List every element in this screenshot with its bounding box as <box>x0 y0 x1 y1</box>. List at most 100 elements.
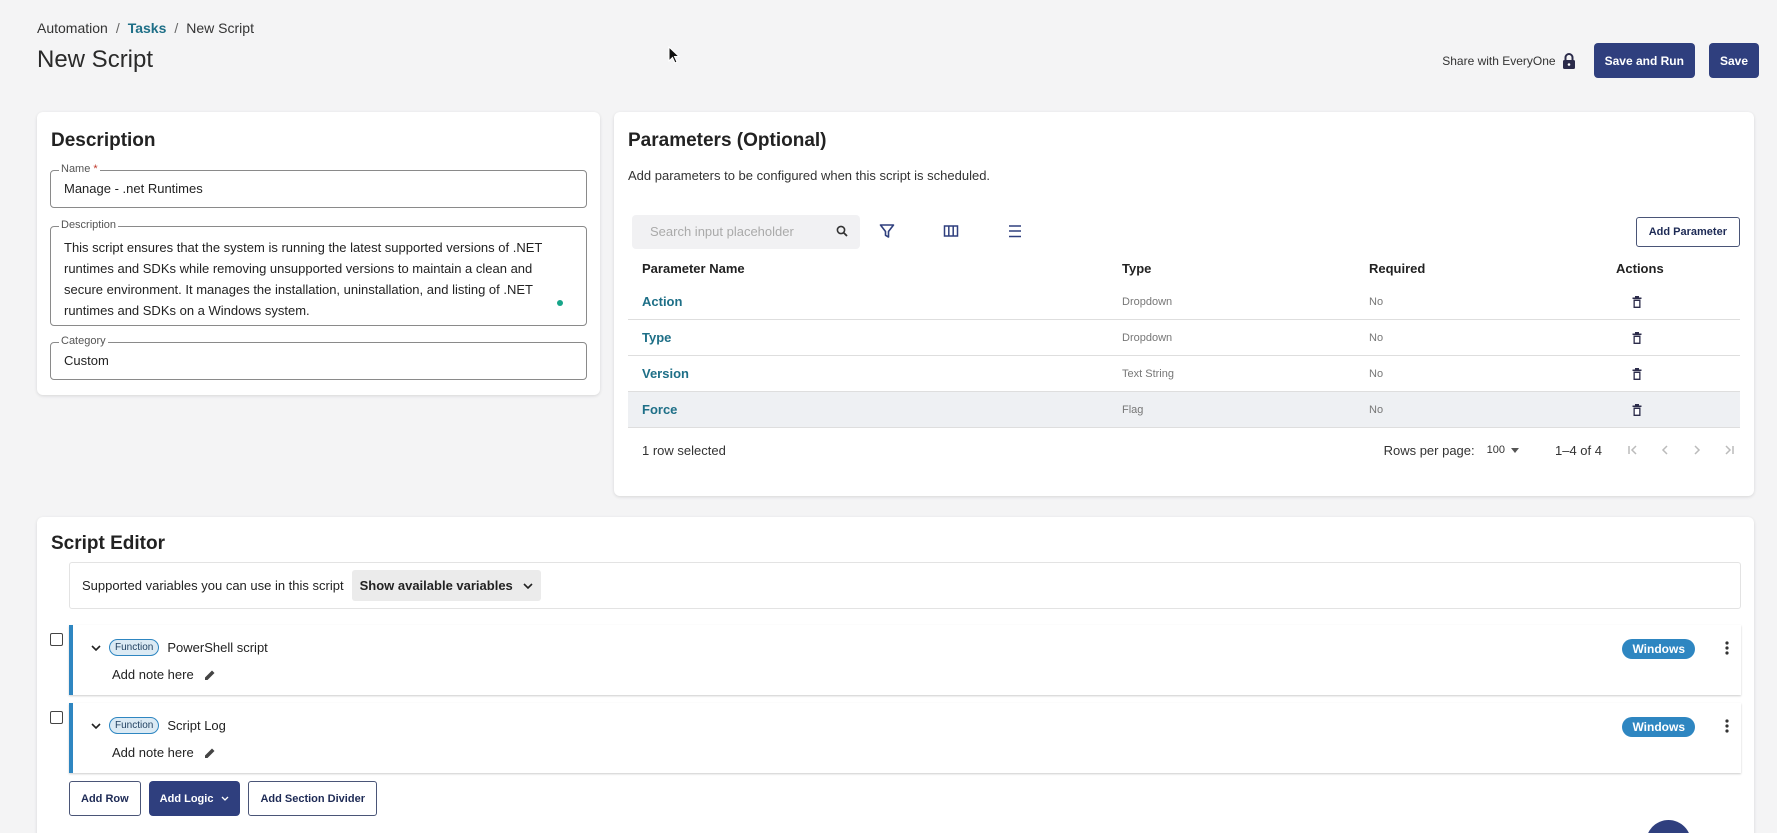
parameter-name-link[interactable]: Type <box>642 330 671 345</box>
table-row[interactable]: Version Text String No <box>628 356 1740 392</box>
add-logic-button[interactable]: Add Logic <box>148 781 241 816</box>
trash-icon[interactable] <box>1632 403 1642 416</box>
function-block-header: Function PowerShell script <box>91 639 268 656</box>
function-block[interactable]: Function PowerShell script Add note here… <box>69 625 1741 695</box>
column-header: Actions <box>1616 260 1664 276</box>
os-badge: Windows <box>1622 717 1695 737</box>
name-field[interactable]: Name * Manage - .net Runtimes <box>50 163 587 208</box>
description-line: secure environment. It manages the insta… <box>64 282 533 297</box>
column-header[interactable]: Type <box>1122 261 1369 276</box>
first-page-icon[interactable] <box>1626 443 1640 457</box>
required-mark: * <box>93 163 98 175</box>
table-row[interactable]: Action Dropdown No <box>628 284 1740 320</box>
add-logic-label: Add Logic <box>159 792 214 805</box>
last-page-icon[interactable] <box>1722 443 1736 457</box>
os-badge: Windows <box>1622 639 1695 659</box>
rows-per-page-select[interactable]: 100 <box>1487 444 1519 456</box>
script-editor-title: Script Editor <box>51 533 166 554</box>
column-header[interactable]: Parameter Name <box>628 261 1122 276</box>
chevron-down-icon[interactable] <box>91 644 101 651</box>
column-header[interactable]: Required <box>1369 261 1616 276</box>
parameters-card-title: Parameters (Optional) <box>628 130 827 151</box>
rows-per-page-label: Rows per page: <box>1383 442 1475 458</box>
description-line: This script ensures that the system is r… <box>64 240 543 255</box>
chevron-down-icon[interactable] <box>91 722 101 729</box>
parameter-search-input[interactable]: Search input placeholder <box>632 215 860 249</box>
selection-count: 1 row selected <box>642 442 726 458</box>
add-parameter-button[interactable]: Add Parameter <box>1635 217 1740 247</box>
trash-icon[interactable] <box>1632 331 1642 344</box>
pencil-icon[interactable] <box>204 669 216 681</box>
script-editor-card: Script Editor Supported variables you ca… <box>37 517 1754 833</box>
parameters-table: Parameter Name Type Required Actions Act… <box>628 252 1740 428</box>
description-line: runtimes and SDKs while removing unsuppo… <box>64 261 533 276</box>
parameters-card: Parameters (Optional) Add parameters to … <box>614 112 1754 496</box>
breadcrumb-automation[interactable]: Automation <box>37 20 108 36</box>
parameter-required: No <box>1369 331 1384 344</box>
description-card-title: Description <box>51 130 156 151</box>
breadcrumb: Automation / Tasks / New Script <box>37 20 254 36</box>
category-field-label: Category <box>59 335 108 347</box>
add-note[interactable]: Add note here <box>112 745 216 760</box>
chevron-down-icon <box>221 796 229 801</box>
density-icon[interactable] <box>1006 222 1024 240</box>
add-note[interactable]: Add note here <box>112 667 216 682</box>
kebab-icon[interactable] <box>1725 719 1729 733</box>
name-field-value: Manage - .net Runtimes <box>64 181 203 196</box>
table-row[interactable]: Type Dropdown No <box>628 320 1740 356</box>
supported-variables-bar: Supported variables you can use in this … <box>69 562 1741 609</box>
pencil-icon[interactable] <box>204 747 216 759</box>
header-actions: Share with EveryOne Save and Run Save <box>1442 43 1759 78</box>
name-label-text: Name <box>61 163 91 175</box>
rows-per-page: Rows per page: 100 <box>1384 443 1519 458</box>
kebab-icon[interactable] <box>1725 641 1729 655</box>
parameters-subtitle: Add parameters to be configured when thi… <box>628 168 991 183</box>
trash-icon[interactable] <box>1632 367 1642 380</box>
supported-variables-text: Supported variables you can use in this … <box>82 578 344 593</box>
parameter-type: Flag <box>1122 403 1144 416</box>
category-field-value: Custom <box>64 353 109 368</box>
function-name: PowerShell script <box>167 640 268 655</box>
parameter-name-link[interactable]: Version <box>642 366 689 381</box>
parameter-type: Text String <box>1122 367 1174 380</box>
filter-icon[interactable] <box>878 222 896 240</box>
description-field[interactable]: Description This script ensures that the… <box>50 219 587 326</box>
add-section-divider-button[interactable]: Add Section Divider <box>248 781 377 816</box>
show-variables-button[interactable]: Show available variables <box>351 570 541 601</box>
next-page-icon[interactable] <box>1690 443 1704 457</box>
save-button[interactable]: Save <box>1708 43 1759 78</box>
save-and-run-button[interactable]: Save and Run <box>1593 43 1695 78</box>
search-placeholder: Search input placeholder <box>650 224 794 239</box>
table-row-selected[interactable]: Force Flag No <box>628 392 1740 428</box>
function-block[interactable]: Function Script Log Add note here Window… <box>69 703 1741 773</box>
breadcrumb-tasks-link[interactable]: Tasks <box>128 20 167 36</box>
prev-page-icon[interactable] <box>1658 443 1672 457</box>
block-checkbox[interactable] <box>50 633 63 646</box>
caret-down-icon <box>1511 447 1519 453</box>
note-text: Add note here <box>112 745 194 760</box>
category-field[interactable]: Category Custom <box>50 335 587 380</box>
table-header: Parameter Name Type Required Actions <box>628 252 1740 284</box>
lock-icon <box>1562 52 1575 69</box>
editor-actions: Add Row Add Logic Add Section Divider <box>69 781 377 816</box>
columns-icon[interactable] <box>942 222 960 240</box>
search-icon <box>836 225 848 237</box>
parameter-required: No <box>1369 403 1384 416</box>
function-block-header: Function Script Log <box>91 717 226 734</box>
share-toggle[interactable]: Share with EveryOne <box>1442 52 1575 69</box>
block-checkbox[interactable] <box>50 711 63 724</box>
description-field-label: Description <box>59 219 119 231</box>
breadcrumb-separator: / <box>174 20 179 36</box>
parameter-name-link[interactable]: Action <box>642 294 682 309</box>
page-title: New Script <box>37 46 154 73</box>
status-dot <box>557 300 563 306</box>
parameter-name-link[interactable]: Force <box>642 402 677 417</box>
trash-icon[interactable] <box>1632 295 1642 308</box>
description-line: runtimes and SDKs on a Windows system. <box>64 303 310 318</box>
breadcrumb-separator: / <box>115 20 120 36</box>
description-card: Description Name * Manage - .net Runtime… <box>37 112 600 395</box>
function-badge: Function <box>109 717 160 734</box>
function-name: Script Log <box>167 718 226 733</box>
add-row-button[interactable]: Add Row <box>69 781 141 816</box>
parameter-required: No <box>1369 367 1384 380</box>
